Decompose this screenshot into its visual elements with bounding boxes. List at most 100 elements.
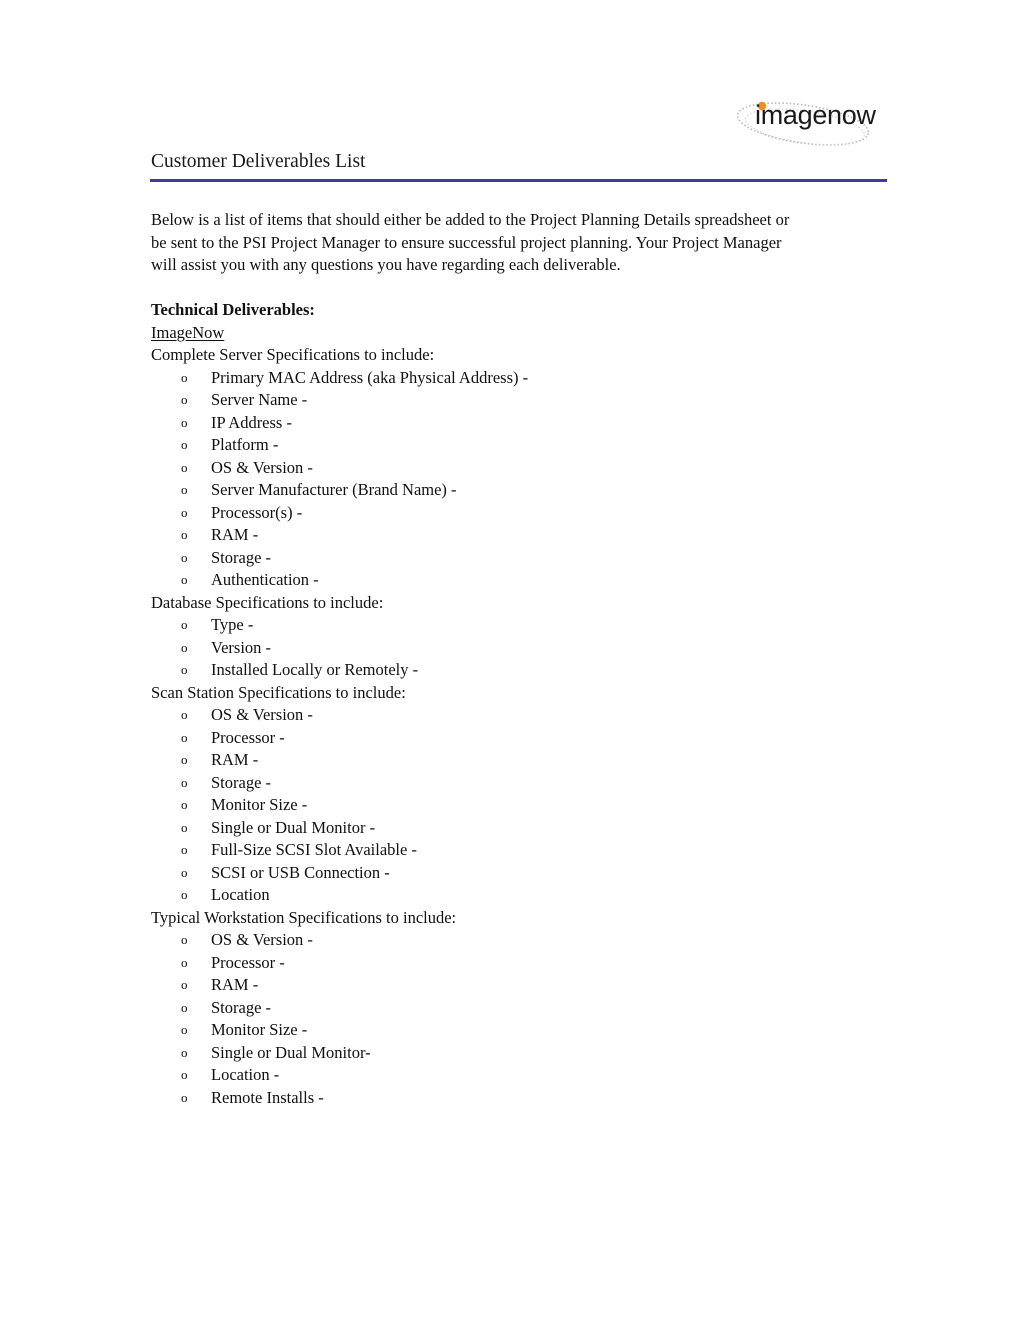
list-item: o IP Address - [151, 412, 871, 435]
list-item: o Location [151, 884, 871, 907]
circle-bullet-icon: o [181, 617, 188, 632]
list-item-text: Single or Dual Monitor- [211, 1042, 371, 1062]
list-item: o Processor - [151, 727, 871, 750]
spec-group-label: Database Specifications to include: [151, 592, 384, 612]
section-heading: Technical Deliverables: [151, 300, 315, 319]
spec-group-label: Complete Server Specifications to includ… [151, 345, 435, 364]
circle-bullet-icon: o [181, 729, 188, 745]
list-item: o Type - [151, 614, 871, 637]
list-item: o Remote Installs - [151, 1087, 871, 1110]
list-item-text: Location - [211, 1065, 280, 1084]
list-item-text: OS & Version - [211, 705, 313, 724]
intro-line: will assist you with any questions you h… [151, 255, 621, 274]
list-item-text: RAM - [211, 750, 259, 769]
list-item-text: OS & Version - [211, 930, 313, 949]
list-item: o RAM - [151, 974, 871, 997]
list-item: o OS & Version - [151, 704, 871, 727]
list-item: o Processor - [151, 952, 871, 975]
circle-bullet-icon: o [181, 1022, 188, 1037]
list-item: o Processor(s) - [151, 502, 871, 525]
spec-group-label: Typical Workstation Specifications to in… [151, 907, 457, 927]
list-item-text: Server Name - [211, 390, 308, 409]
list-item: o Authentication - [151, 569, 871, 592]
list-item: o Location - [151, 1064, 871, 1087]
circle-bullet-icon: o [181, 999, 188, 1015]
list-item: o Server Name - [151, 389, 871, 412]
circle-bullet-icon: o [181, 482, 188, 497]
list-item-text: Remote Installs - [211, 1087, 324, 1107]
list-item: o Storage - [151, 547, 871, 570]
list-item-text: Single or Dual Monitor - [211, 817, 376, 837]
list-item: o RAM - [151, 524, 871, 547]
list-item-text: IP Address - [211, 412, 292, 432]
circle-bullet-icon: o [181, 392, 188, 407]
circle-bullet-icon: o [181, 819, 188, 835]
list-item-text: Processor - [211, 952, 285, 972]
logo-wordmark: imagenow [755, 100, 876, 130]
spec-group-label: Scan Station Specifications to include: [151, 682, 406, 702]
circle-bullet-icon: o [181, 887, 188, 902]
list-item: o Full-Size SCSI Slot Available - [151, 839, 871, 862]
list-item-text: Server Manufacturer (Brand Name) - [211, 480, 457, 499]
circle-bullet-icon: o [181, 864, 188, 880]
list-item-text: Installed Locally or Remotely - [211, 660, 419, 679]
list-item-text: Type - [211, 615, 254, 634]
list-item: o Single or Dual Monitor - [151, 817, 871, 840]
list-item: o Platform - [151, 434, 871, 457]
list-item: o Monitor Size - [151, 794, 871, 817]
circle-bullet-icon: o [181, 797, 188, 812]
circle-bullet-icon: o [181, 707, 188, 722]
product-subheading: ImageNow [151, 322, 225, 342]
imagenow-logo: imagenow [733, 96, 885, 154]
list-item: o OS & Version - [151, 929, 871, 952]
circle-bullet-icon: o [181, 639, 188, 655]
list-item: o Server Manufacturer (Brand Name) - [151, 479, 871, 502]
list-item-text: Monitor Size - [211, 1020, 308, 1039]
list-item-text: Processor(s) - [211, 502, 303, 522]
circle-bullet-icon: o [181, 414, 188, 430]
list-item-text: Location [211, 885, 270, 904]
intro-paragraph: Below is a list of items that should eit… [151, 209, 881, 277]
list-item-text: Primary MAC Address (aka Physical Addres… [211, 367, 529, 387]
list-item-text: Platform - [211, 435, 279, 454]
list-item-text: Monitor Size - [211, 795, 308, 814]
circle-bullet-icon: o [181, 752, 188, 767]
title-divider [150, 179, 887, 182]
circle-bullet-icon: o [181, 437, 188, 452]
circle-bullet-icon: o [181, 459, 188, 475]
list-item-text: SCSI or USB Connection - [211, 862, 390, 882]
list-item: o Version - [151, 637, 871, 660]
list-item-text: OS & Version - [211, 457, 313, 477]
circle-bullet-icon: o [181, 572, 188, 587]
list-item: o Primary MAC Address (aka Physical Addre… [151, 367, 871, 390]
list-item-text: RAM - [211, 975, 259, 994]
list-item-text: Storage - [211, 772, 272, 792]
circle-bullet-icon: o [181, 1089, 188, 1105]
intro-line: be sent to the PSI Project Manager to en… [151, 232, 782, 252]
list-item: o SCSI or USB Connection - [151, 862, 871, 885]
list-item: o OS & Version - [151, 457, 871, 480]
list-item: o Single or Dual Monitor- [151, 1042, 871, 1065]
circle-bullet-icon: o [181, 977, 188, 992]
list-item-text: RAM - [211, 525, 259, 544]
circle-bullet-icon: o [181, 549, 188, 565]
circle-bullet-icon: o [181, 932, 188, 947]
circle-bullet-icon: o [181, 527, 188, 542]
list-item: o Storage - [151, 997, 871, 1020]
spec-sections: Complete Server Specifications to includ… [151, 344, 871, 1109]
circle-bullet-icon: o [181, 504, 188, 520]
list-item-text: Full-Size SCSI Slot Available - [211, 840, 417, 859]
circle-bullet-icon: o [181, 842, 188, 857]
list-item-text: Storage - [211, 547, 272, 567]
circle-bullet-icon: o [181, 369, 188, 385]
circle-bullet-icon: o [181, 774, 188, 790]
circle-bullet-icon: o [181, 662, 188, 677]
document-page: imagenow Customer Deliverables List Belo… [0, 0, 1020, 1320]
circle-bullet-icon: o [181, 954, 188, 970]
list-item: o Installed Locally or Remotely - [151, 659, 871, 682]
list-item-text: Processor - [211, 727, 285, 747]
list-item-text: Version - [211, 637, 272, 657]
list-item: o Storage - [151, 772, 871, 795]
intro-line: Below is a list of items that should eit… [151, 210, 790, 229]
list-item-text: Storage - [211, 997, 272, 1017]
